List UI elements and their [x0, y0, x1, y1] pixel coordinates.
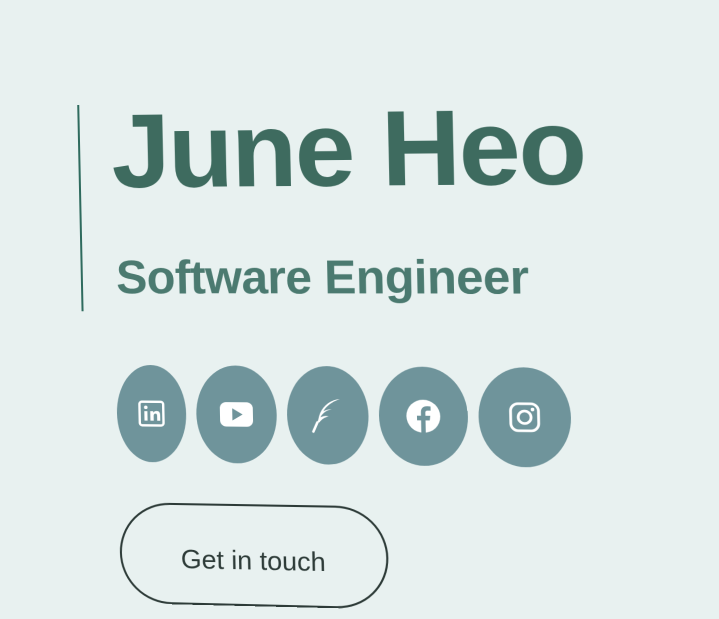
- linkedin-icon: [137, 399, 166, 428]
- feather-icon: [311, 397, 345, 434]
- instagram-link[interactable]: [477, 367, 573, 468]
- profile-role: Software Engineer: [115, 249, 530, 304]
- facebook-link[interactable]: [377, 366, 469, 467]
- accent-divider: [77, 104, 84, 312]
- instagram-icon: [507, 400, 542, 434]
- profile-name: June Heo: [110, 86, 587, 211]
- feather-link[interactable]: [286, 365, 370, 466]
- youtube-link[interactable]: [195, 365, 278, 464]
- linkedin-link[interactable]: [115, 364, 188, 463]
- hero-section: June Heo Software Engineer Get in touch: [0, 0, 719, 610]
- facebook-icon: [405, 399, 442, 434]
- youtube-icon: [219, 401, 255, 428]
- social-links: [115, 364, 573, 468]
